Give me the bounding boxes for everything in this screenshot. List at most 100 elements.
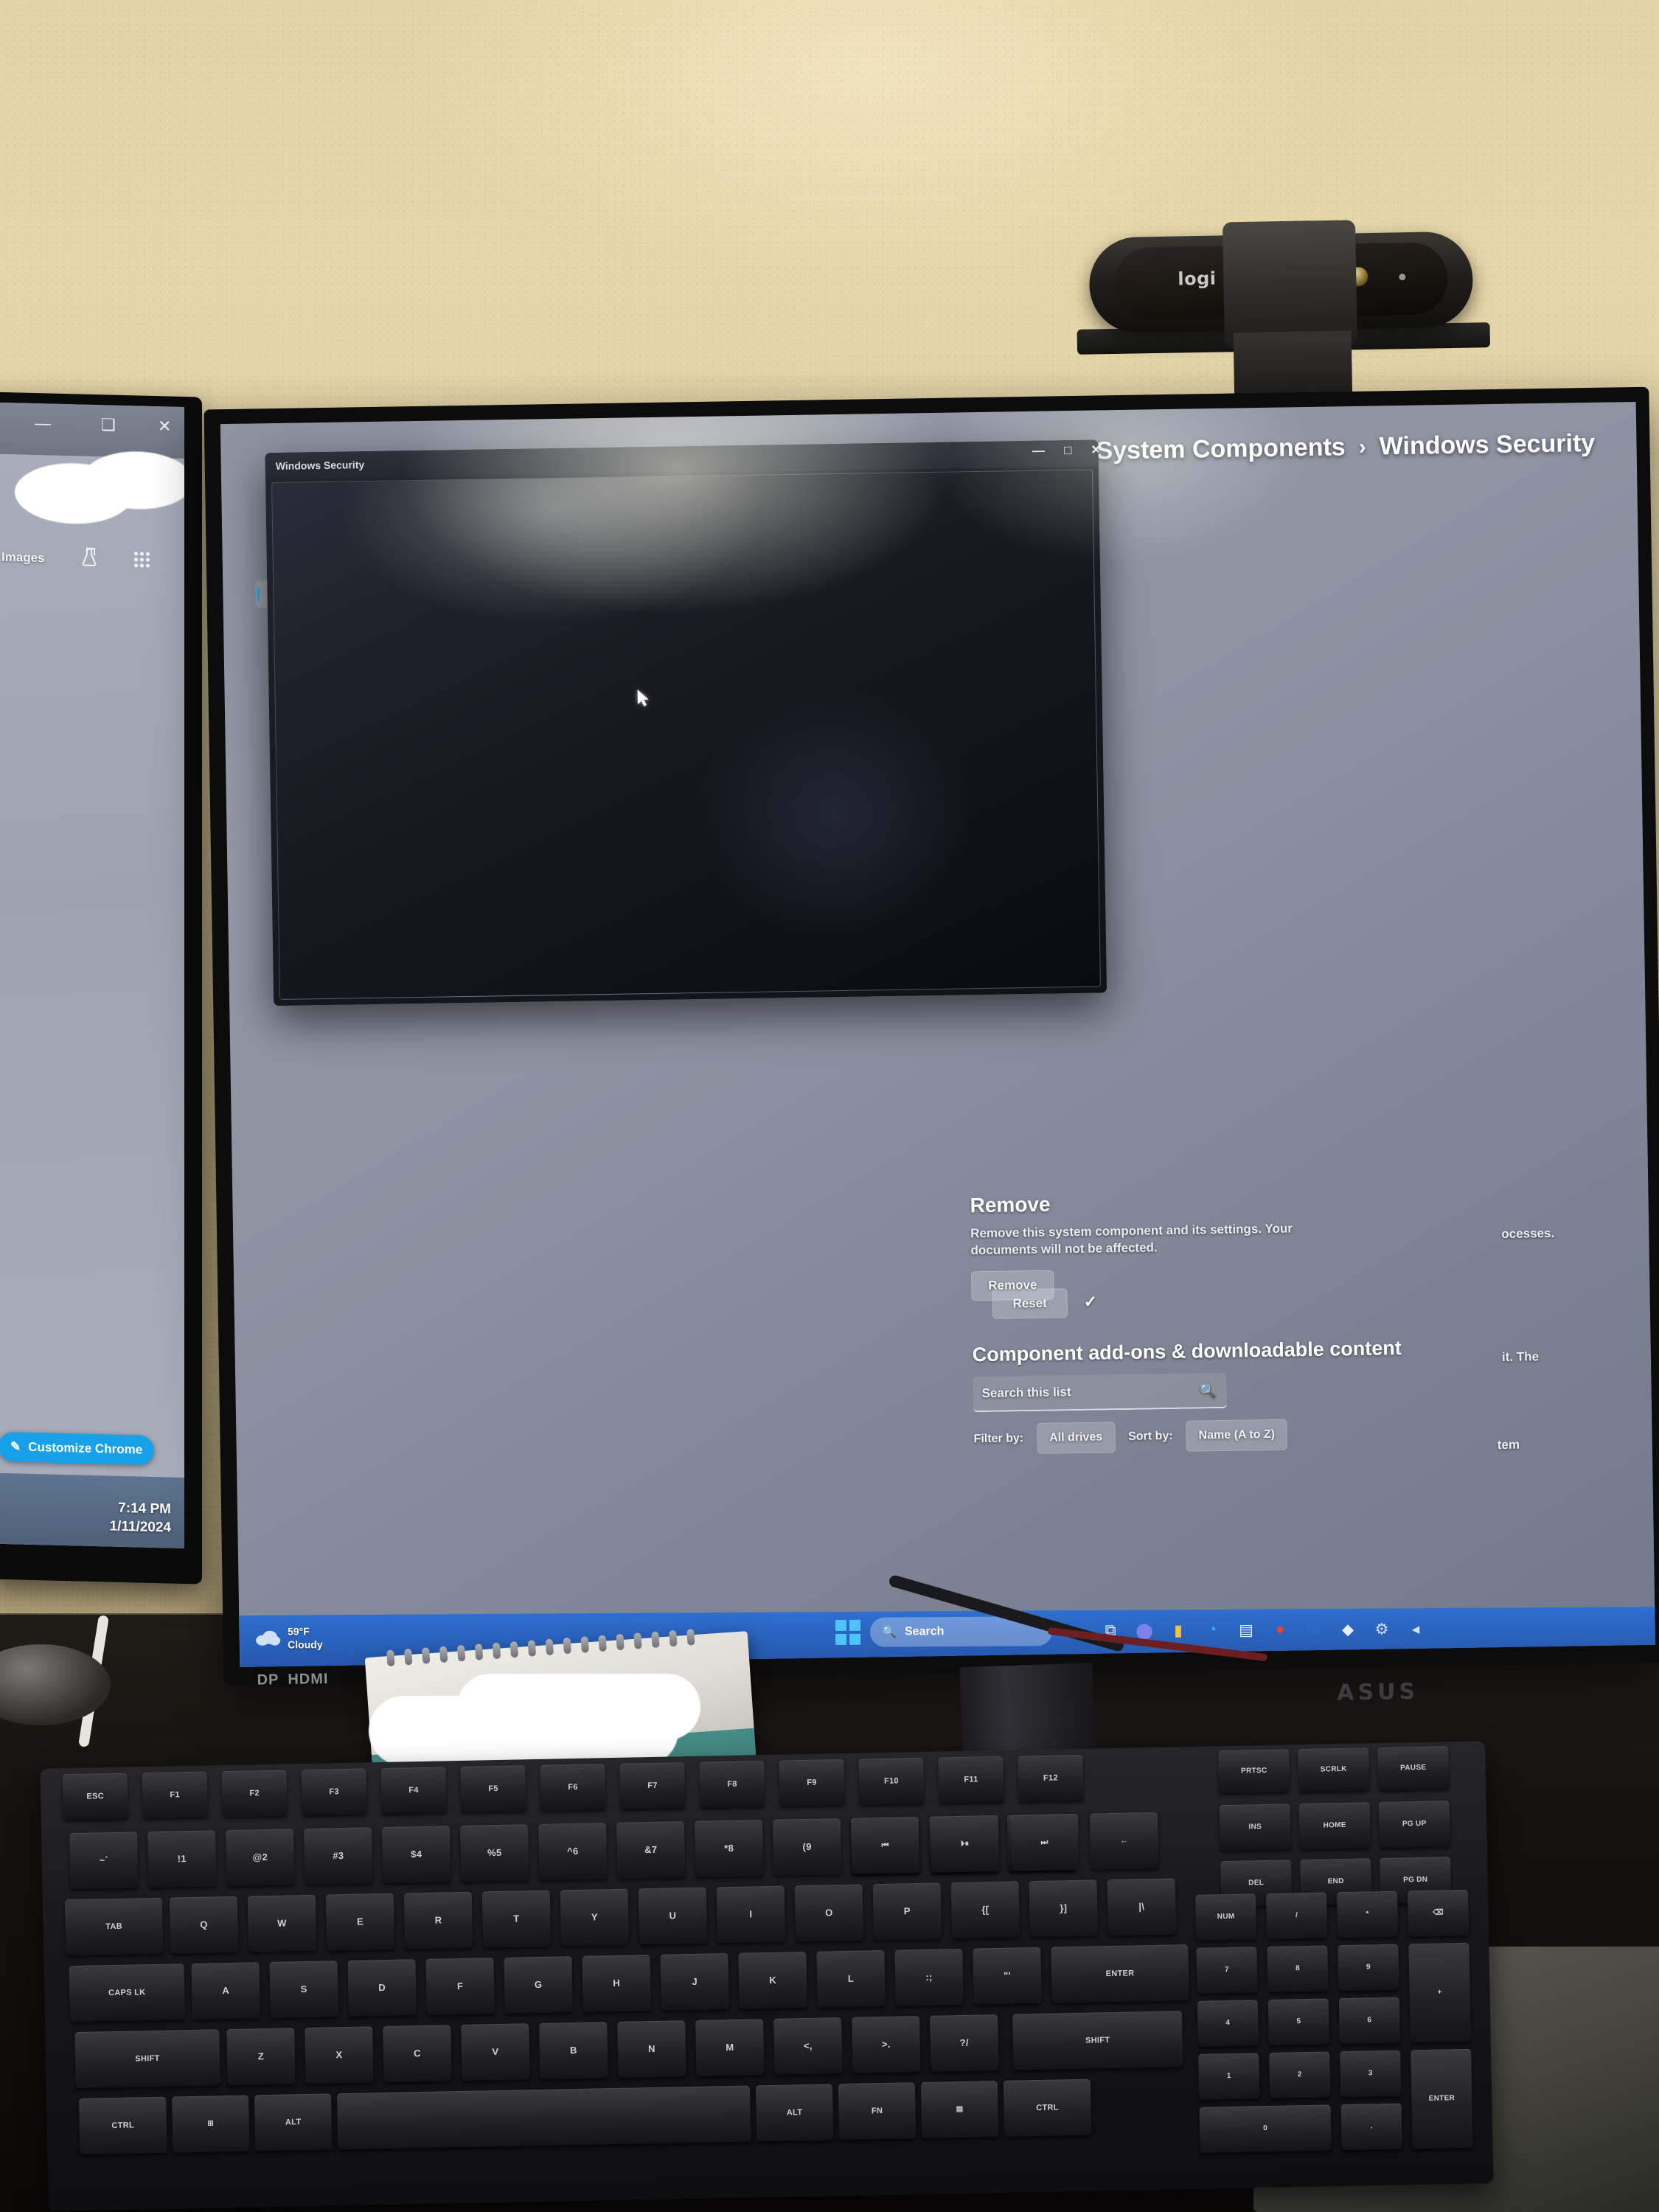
- key-q[interactable]: Q: [169, 1896, 239, 1954]
- images-link-label[interactable]: Images: [1, 550, 45, 566]
- key-f9[interactable]: F9: [779, 1759, 845, 1806]
- key-pause[interactable]: PAUSE: [1377, 1746, 1450, 1791]
- key-media-2[interactable]: ⏭: [1009, 1813, 1079, 1871]
- key-home[interactable]: HOME: [1298, 1802, 1371, 1850]
- key-{-[[interactable]: {[: [950, 1881, 1020, 1939]
- key-w[interactable]: W: [247, 1894, 317, 1952]
- maximize-icon[interactable]: □: [1064, 443, 1072, 458]
- key-$-4[interactable]: $4: [382, 1826, 451, 1883]
- key-f2[interactable]: F2: [221, 1770, 288, 1818]
- windows-security-overlay-window[interactable]: Windows Security — □ ✕: [265, 439, 1107, 1006]
- customize-chrome-button[interactable]: ✎ Customize Chrome: [0, 1431, 155, 1465]
- edge-icon[interactable]: ◔: [1197, 1615, 1227, 1645]
- google-images-link[interactable]: Images: [1, 550, 45, 566]
- chrome-icon[interactable]: ●: [1265, 1615, 1295, 1644]
- flask-icon[interactable]: [81, 548, 97, 566]
- key-▤[interactable]: ▤: [920, 2081, 999, 2139]
- key-z[interactable]: Z: [226, 2028, 296, 2086]
- key-alt[interactable]: ALT: [254, 2093, 333, 2152]
- numpad-key-3[interactable]: 3: [1340, 2050, 1402, 2098]
- numpad-key-8[interactable]: 8: [1267, 1945, 1329, 1993]
- key-}-][interactable]: }]: [1029, 1879, 1099, 1938]
- maximize-icon[interactable]: ❑: [101, 415, 116, 434]
- key-h[interactable]: H: [582, 1955, 651, 2012]
- numpad-key-.[interactable]: .: [1340, 2103, 1402, 2151]
- keyboard-numpad[interactable]: NUM / * ⌫ 7 8 9 +4 5 6 1 2 3 ENTER 0.: [1188, 1885, 1503, 2208]
- key-c[interactable]: C: [383, 2025, 452, 2082]
- key-ctrl[interactable]: CTRL: [1003, 2079, 1092, 2137]
- minimize-icon[interactable]: —: [35, 414, 51, 433]
- key-m[interactable]: M: [695, 2019, 765, 2076]
- numpad-key-1[interactable]: 1: [1198, 2053, 1260, 2100]
- key-f1[interactable]: F1: [142, 1771, 208, 1819]
- key-media-1[interactable]: ⏵⏸: [930, 1815, 1000, 1873]
- overlay-window-canvas[interactable]: [271, 469, 1101, 1000]
- settings-icon[interactable]: ⚙: [1367, 1614, 1397, 1644]
- key-enter[interactable]: ENTER: [1051, 1944, 1189, 2003]
- numpad-key-7[interactable]: 7: [1196, 1947, 1258, 1994]
- numpad-key-4[interactable]: 4: [1197, 2000, 1259, 2047]
- volume-icon[interactable]: ◂: [1401, 1614, 1430, 1644]
- numpad-key-+[interactable]: +: [1408, 1942, 1471, 2043]
- sort-by-dropdown[interactable]: Name (A to Z): [1186, 1419, 1288, 1452]
- key-(-9[interactable]: (9: [772, 1818, 842, 1876]
- key-y[interactable]: Y: [560, 1888, 630, 1947]
- numpad-key-0[interactable]: 0: [1199, 2104, 1332, 2153]
- key-d[interactable]: D: [347, 1959, 417, 2017]
- taskbar-weather-widget[interactable]: 59°F Cloudy: [256, 1625, 323, 1652]
- key-ins[interactable]: INS: [1219, 1804, 1291, 1851]
- outlook-icon[interactable]: ✉: [1299, 1615, 1329, 1644]
- numpad-key-⌫[interactable]: ⌫: [1407, 1889, 1470, 1937]
- minimize-icon[interactable]: —: [1032, 444, 1045, 459]
- key-f4[interactable]: F4: [380, 1767, 447, 1814]
- key-f3[interactable]: F3: [301, 1768, 367, 1816]
- key->-.[interactable]: >.: [852, 2016, 921, 2073]
- numpad-key-*[interactable]: *: [1336, 1891, 1399, 1938]
- key-shift[interactable]: SHIFT: [1012, 2011, 1183, 2070]
- google-labs-button[interactable]: [81, 548, 97, 566]
- key-"-'[interactable]: " ': [973, 1947, 1042, 2005]
- key-x[interactable]: X: [305, 2026, 374, 2084]
- key-space[interactable]: [336, 2085, 751, 2150]
- key-b[interactable]: B: [539, 2022, 608, 2079]
- key-k[interactable]: K: [738, 1951, 807, 2009]
- left-monitor-clock[interactable]: 7:14 PM 1/11/2024: [110, 1498, 171, 1537]
- numpad-key-/[interactable]: /: [1266, 1892, 1328, 1940]
- key-i[interactable]: I: [716, 1885, 786, 1944]
- key-f10[interactable]: F10: [858, 1757, 925, 1805]
- numpad-key-9[interactable]: 9: [1338, 1944, 1399, 1992]
- addons-search-input[interactable]: Search this list 🔍: [973, 1372, 1227, 1413]
- key-%-5[interactable]: % 5: [460, 1824, 529, 1882]
- remove-button[interactable]: Remove: [971, 1270, 1054, 1301]
- key-esc[interactable]: ESC: [62, 1773, 128, 1820]
- key-~-`[interactable]: ~ `: [69, 1832, 139, 1890]
- numpad-key-6[interactable]: 6: [1338, 1997, 1400, 2045]
- key-s[interactable]: S: [269, 1961, 338, 2018]
- key-l[interactable]: L: [816, 1950, 886, 2008]
- start-button-icon[interactable]: [835, 1619, 861, 1646]
- key-o[interactable]: O: [794, 1884, 864, 1942]
- key-g[interactable]: G: [504, 1956, 573, 2014]
- microsoft-store-icon[interactable]: ▤: [1231, 1615, 1261, 1644]
- key-|-\[interactable]: | \: [1107, 1878, 1177, 1936]
- key-e[interactable]: E: [325, 1893, 395, 1951]
- key-ctrl[interactable]: CTRL: [79, 2096, 167, 2154]
- key-prtsc[interactable]: PRTSC: [1218, 1749, 1290, 1794]
- key-?-/[interactable]: ? /: [930, 2014, 999, 2072]
- key-u[interactable]: U: [638, 1887, 708, 1945]
- key-f5[interactable]: F5: [460, 1765, 526, 1812]
- breadcrumb-item-system-components[interactable]: System Components: [1096, 433, 1346, 465]
- key-alt[interactable]: ALT: [755, 2084, 834, 2142]
- key-⊞[interactable]: ⊞: [171, 2095, 250, 2153]
- key-f12[interactable]: F12: [1018, 1754, 1084, 1802]
- key-pg-up[interactable]: PG UP: [1378, 1801, 1450, 1848]
- key-f6[interactable]: F6: [540, 1764, 606, 1811]
- key-j[interactable]: J: [660, 1953, 729, 2011]
- key-<-,[interactable]: <,: [773, 2017, 843, 2075]
- numpad-key-num[interactable]: NUM: [1195, 1893, 1257, 1941]
- app-icon-9[interactable]: ◆: [1333, 1615, 1363, 1644]
- key-scrlk[interactable]: SCRLK: [1298, 1747, 1370, 1792]
- file-explorer-icon[interactable]: ▮: [1164, 1615, 1193, 1645]
- key-a[interactable]: A: [191, 1962, 260, 2020]
- key-caps-lk[interactable]: CAPS LK: [69, 1964, 185, 2023]
